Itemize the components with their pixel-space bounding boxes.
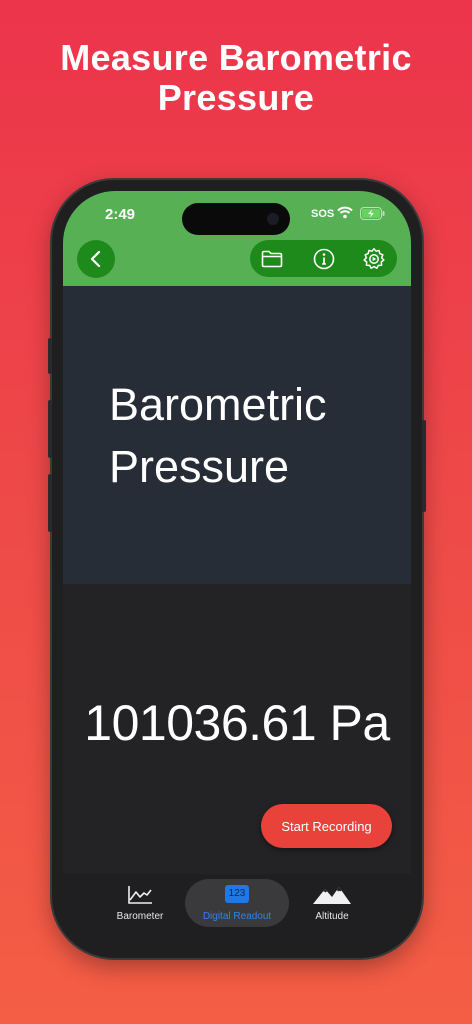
numeric-123-icon: 123 bbox=[185, 885, 289, 907]
tab-altitude[interactable]: Altitude bbox=[281, 879, 383, 927]
volume-down-button bbox=[48, 474, 52, 532]
page-title-line2: Pressure bbox=[109, 441, 290, 492]
folder-icon[interactable] bbox=[260, 247, 284, 271]
promo-headline-line1: Measure Barometric bbox=[60, 37, 412, 78]
start-recording-button[interactable]: Start Recording bbox=[261, 804, 392, 848]
numeric-123-icon-text: 123 bbox=[225, 885, 249, 903]
tab-digital-readout[interactable]: 123 Digital Readout bbox=[185, 879, 289, 927]
volume-up-button bbox=[48, 400, 52, 458]
mountains-icon bbox=[281, 885, 383, 907]
app-header: 2:49 SOS bbox=[63, 191, 411, 286]
silent-switch bbox=[48, 338, 52, 374]
phone-screen: 2:49 SOS Barometric Pressure 101036.61 P… bbox=[63, 191, 411, 947]
phone-frame: 2:49 SOS Barometric Pressure 101036.61 P… bbox=[48, 180, 426, 958]
promo-headline: Measure Barometric Pressure bbox=[0, 38, 472, 118]
tab-altitude-label: Altitude bbox=[315, 911, 349, 922]
tab-bar: Barometer 123 Digital Readout Altitude bbox=[63, 874, 411, 947]
readout-panel: 101036.61 Pa Start Recording bbox=[63, 584, 411, 874]
dynamic-island bbox=[182, 203, 290, 235]
battery-charging-icon bbox=[360, 207, 386, 225]
camera-icon bbox=[267, 213, 279, 225]
settings-gear-icon[interactable] bbox=[362, 247, 386, 271]
page-title-line1: Barometric bbox=[109, 379, 327, 430]
tab-barometer[interactable]: Barometer bbox=[89, 879, 191, 927]
pressure-readout: 101036.61 Pa bbox=[84, 695, 390, 751]
header-toolbar bbox=[250, 240, 397, 277]
wifi-icon bbox=[337, 206, 353, 224]
title-panel: Barometric Pressure bbox=[63, 286, 411, 584]
page-title: Barometric Pressure bbox=[109, 374, 327, 498]
promo-headline-line2: Pressure bbox=[157, 77, 315, 118]
power-button bbox=[422, 420, 426, 512]
line-chart-icon bbox=[89, 885, 191, 907]
chevron-left-icon bbox=[90, 250, 101, 268]
info-icon[interactable] bbox=[312, 247, 336, 271]
back-button[interactable] bbox=[77, 240, 115, 278]
status-time: 2:49 bbox=[105, 206, 136, 223]
tab-digital-readout-label: Digital Readout bbox=[202, 911, 272, 922]
tab-barometer-label: Barometer bbox=[116, 911, 164, 922]
status-sos: SOS bbox=[311, 208, 335, 220]
